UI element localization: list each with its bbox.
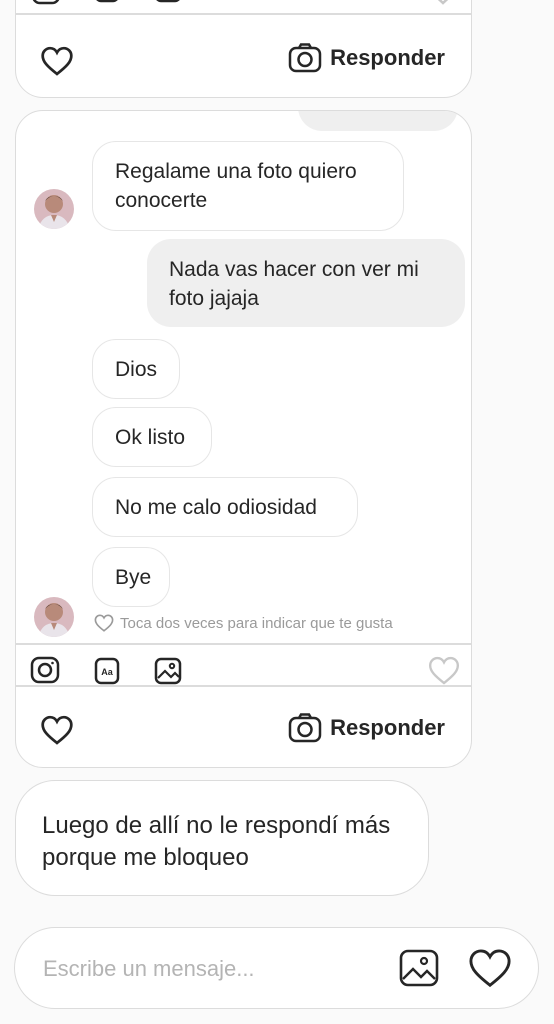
reply-label: Responder (330, 715, 445, 740)
message-text: Bye (115, 565, 152, 589)
like-heart-icon[interactable] (40, 715, 74, 745)
camera-icon[interactable] (30, 655, 60, 685)
reply-label: Responder (330, 45, 445, 70)
comment-text: Luego de allí no le respondí más porque … (42, 812, 391, 871)
divider (16, 13, 471, 15)
heart-outline-icon[interactable] (428, 0, 458, 5)
message-bubble-incoming[interactable]: Dios (92, 339, 180, 399)
heart-small-icon (94, 614, 114, 632)
camera-icon (288, 713, 322, 743)
gallery-icon[interactable] (154, 657, 182, 685)
avatar[interactable] (34, 189, 74, 229)
comment-bubble[interactable]: Luego de allí no le respondí más porque … (15, 780, 429, 896)
camera-icon[interactable] (30, 0, 62, 7)
text-format-icon[interactable]: Aa (94, 657, 120, 685)
gallery-icon[interactable] (154, 0, 182, 5)
message-bubble-incoming[interactable]: Bye (92, 547, 170, 607)
hint-text: Toca dos veces para indicar que te gusta (120, 614, 393, 632)
gallery-icon[interactable] (399, 949, 439, 987)
previous-message-bubble (298, 111, 458, 131)
message-text: Ok listo (115, 425, 186, 449)
double-tap-like-hint: Toca dos veces para indicar que te gusta (94, 614, 393, 632)
story-reply-card-top: Responder (15, 0, 472, 98)
message-bubble-incoming[interactable]: Ok listo (92, 407, 212, 467)
divider (16, 685, 471, 687)
reply-button[interactable]: Responder (288, 713, 445, 743)
reply-button[interactable]: Responder (288, 43, 445, 73)
heart-outline-icon[interactable] (428, 656, 460, 685)
message-input[interactable] (41, 948, 365, 990)
message-bubble-incoming[interactable]: Regalame una foto quiero conocerte (92, 141, 404, 231)
message-bubble-incoming[interactable]: No me calo odiosidad (92, 477, 358, 537)
dm-thread-card: Regalame una foto quiero conocerte Nada … (15, 110, 472, 768)
message-bubble-outgoing[interactable]: Nada vas hacer con ver mi foto jajaja (147, 239, 465, 327)
heart-icon[interactable] (468, 948, 512, 988)
message-text: No me calo odiosidad (115, 495, 317, 519)
message-text: Dios (115, 357, 158, 381)
message-composer (14, 927, 539, 1009)
camera-icon (288, 43, 322, 73)
like-heart-icon[interactable] (40, 46, 74, 76)
message-text: Nada vas hacer con ver mi foto jajaja (169, 258, 419, 310)
svg-text:Aa: Aa (101, 667, 113, 677)
avatar[interactable] (34, 597, 74, 637)
divider (16, 643, 471, 645)
text-format-icon[interactable] (94, 0, 120, 5)
message-text: Regalame una foto quiero conocerte (115, 160, 357, 212)
